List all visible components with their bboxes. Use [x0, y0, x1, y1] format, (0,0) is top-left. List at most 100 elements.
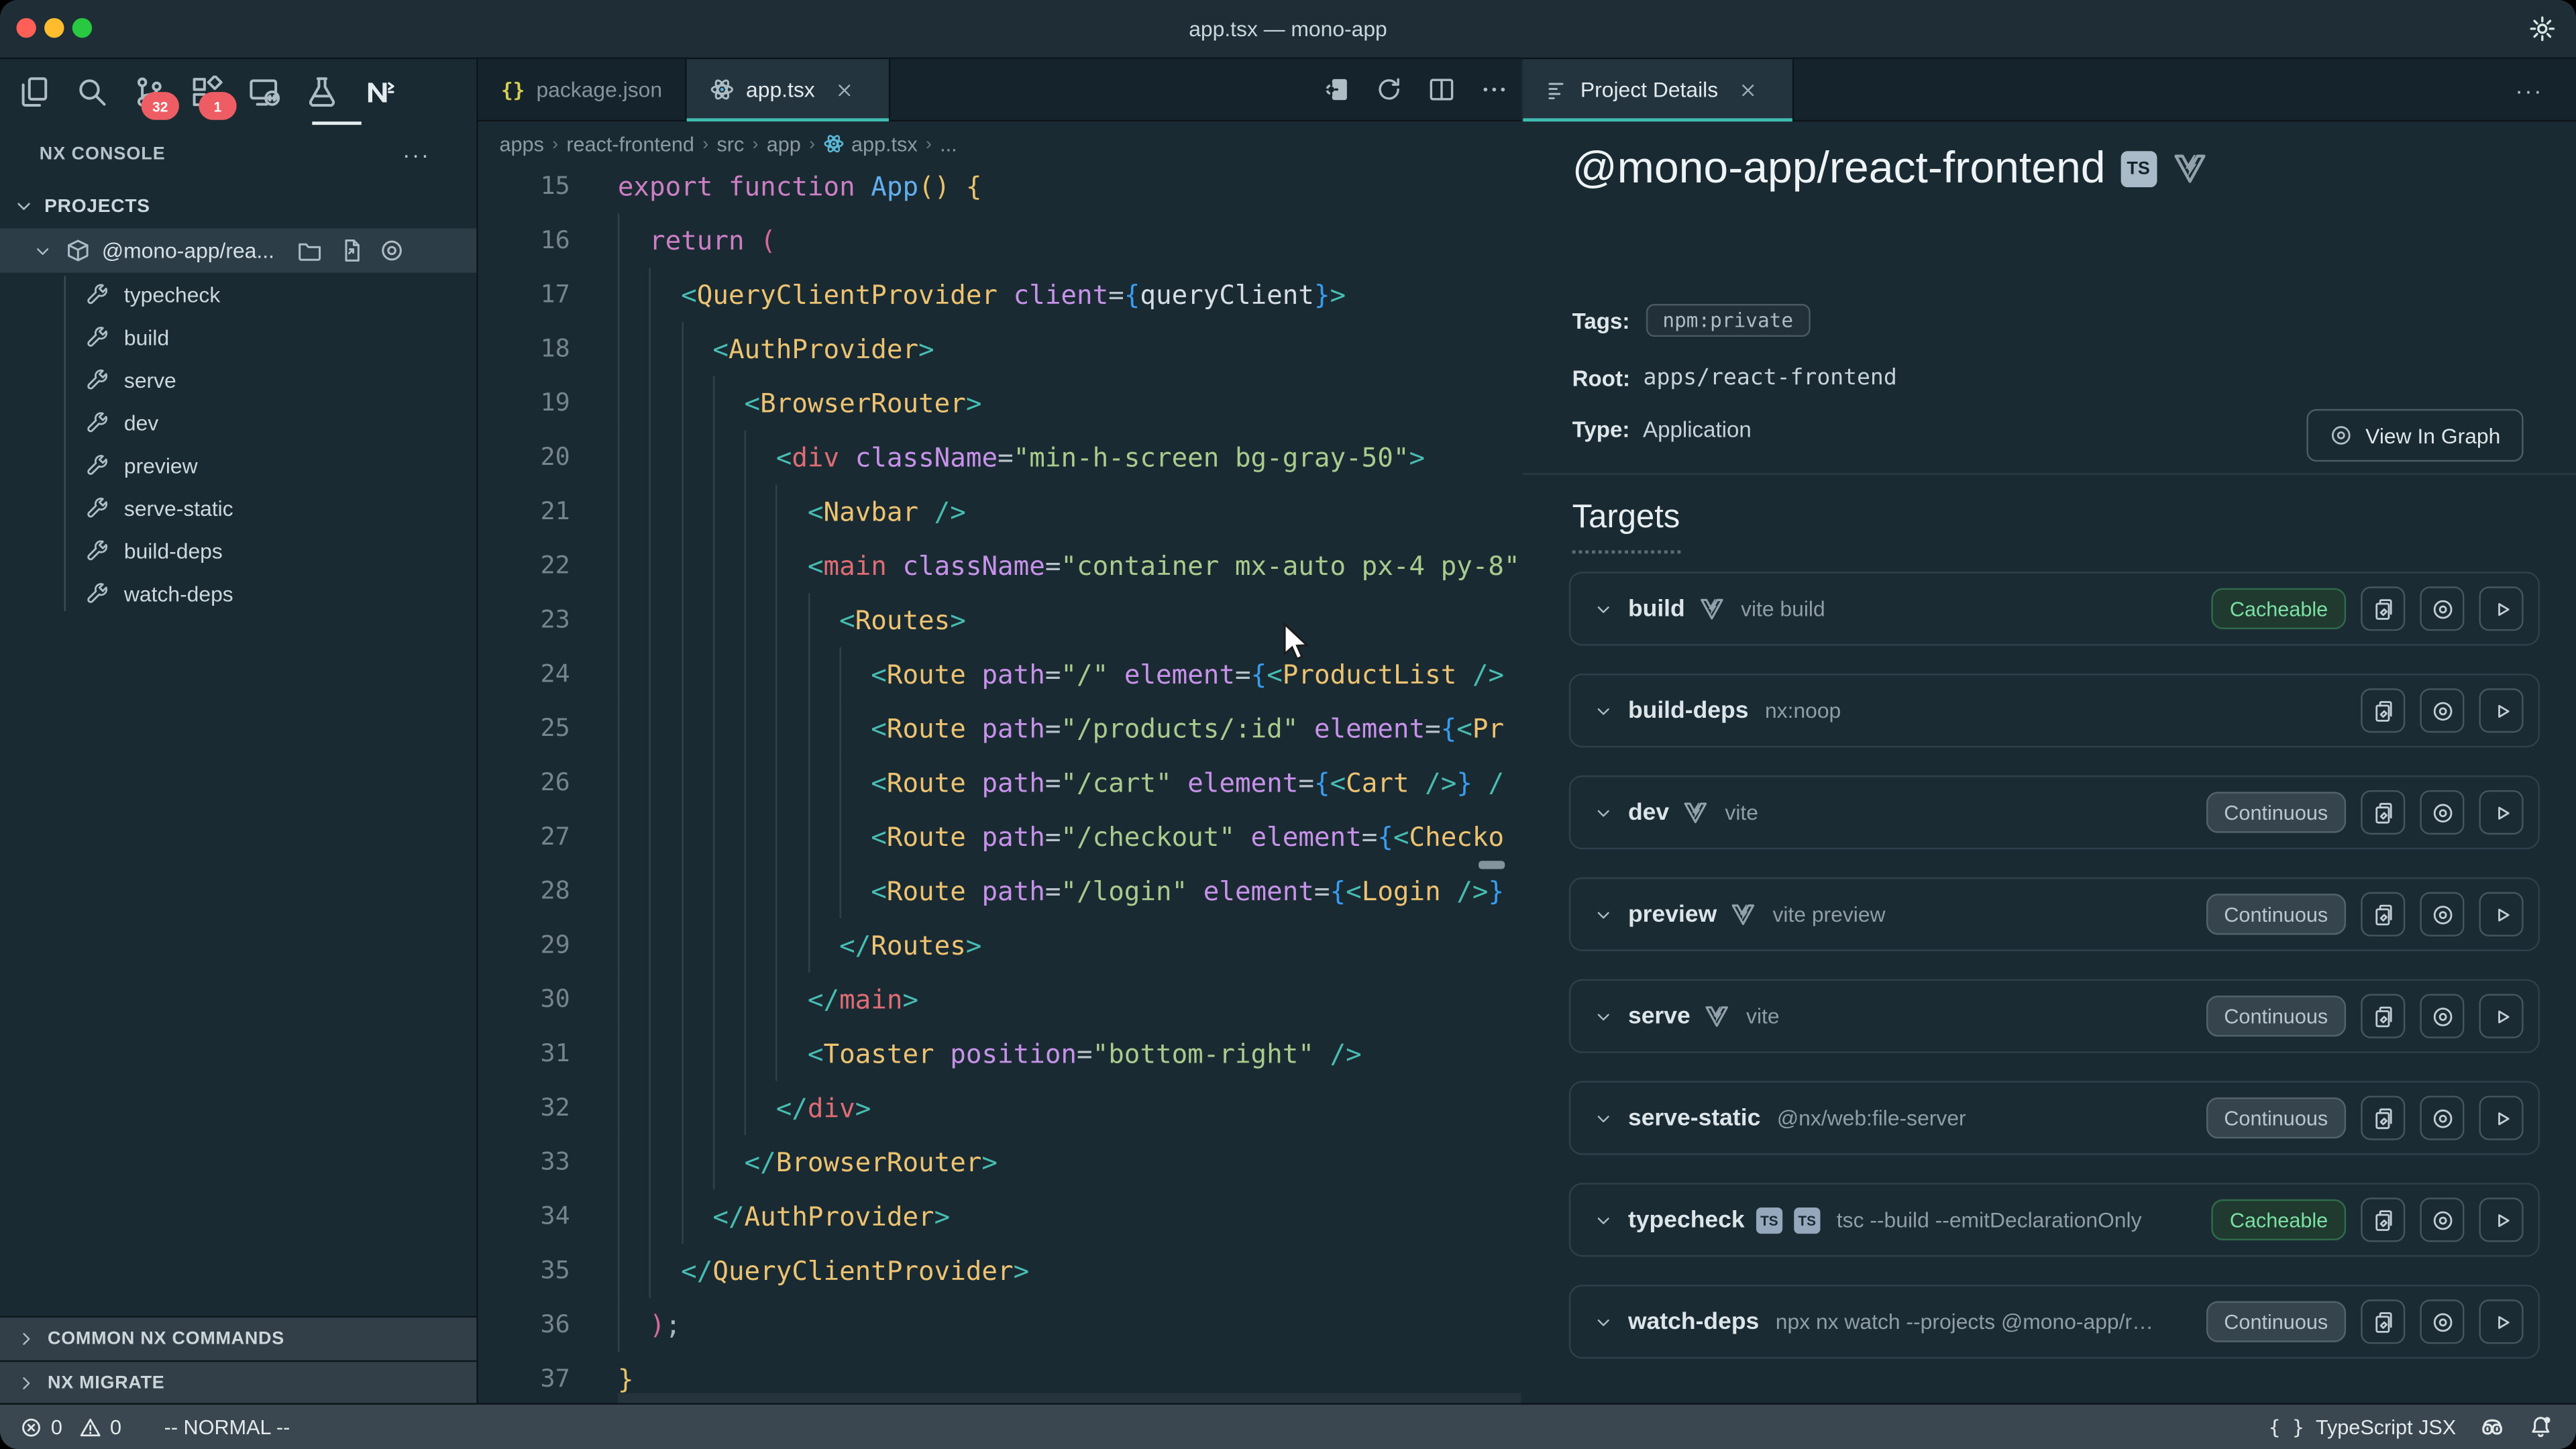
- copy-task-icon[interactable]: [2361, 994, 2405, 1038]
- run-target-icon[interactable]: [2479, 994, 2524, 1038]
- breadcrumb-item[interactable]: app.tsx: [823, 132, 917, 155]
- code-line-16[interactable]: 16return (: [478, 213, 1521, 268]
- target-card-preview[interactable]: previewvite previewContinuous: [1569, 877, 2540, 951]
- view-in-graph-icon[interactable]: [2420, 790, 2464, 835]
- code-line-25[interactable]: 25<Route path="/products/:id" element={<…: [478, 702, 1521, 756]
- sidebar-item-preview[interactable]: preview: [0, 443, 476, 486]
- language-indicator[interactable]: { } TypeScript JSX: [2269, 1415, 2457, 1438]
- code-line-33[interactable]: 33</BrowserRouter>: [478, 1135, 1521, 1189]
- section-common-nx-commands[interactable]: COMMON NX COMMANDS: [0, 1316, 476, 1360]
- projects-section-header[interactable]: PROJECTS: [0, 184, 476, 228]
- target-card-typecheck[interactable]: typecheckTSTStsc --build --emitDeclarati…: [1569, 1183, 2540, 1256]
- view-in-graph-button[interactable]: View In Graph: [2306, 409, 2524, 462]
- code-line-21[interactable]: 21<Navbar />: [478, 484, 1521, 539]
- view-in-graph-icon[interactable]: [2420, 892, 2464, 936]
- nx-console-icon[interactable]: [362, 74, 398, 110]
- target-card-build-deps[interactable]: build-depsnx:noop: [1569, 674, 2540, 747]
- problems-indicator[interactable]: 0 0: [19, 1415, 121, 1438]
- code-line-29[interactable]: 29</Routes>: [478, 918, 1521, 973]
- settings-gear-icon[interactable]: [2528, 15, 2557, 43]
- breadcrumb-item[interactable]: ...: [940, 132, 957, 155]
- copy-task-icon[interactable]: [2361, 892, 2405, 936]
- code-line-34[interactable]: 34</AuthProvider>: [478, 1189, 1521, 1244]
- code-line-19[interactable]: 19<BrowserRouter>: [478, 376, 1521, 431]
- run-target-icon[interactable]: [2479, 892, 2524, 936]
- copy-task-icon[interactable]: [2361, 1095, 2405, 1140]
- code-line-15[interactable]: 15export function App() {: [478, 160, 1521, 214]
- remote-explorer-icon[interactable]: [246, 74, 282, 110]
- copy-task-icon[interactable]: [2361, 688, 2405, 733]
- target-card-serve[interactable]: serveviteContinuous: [1569, 979, 2540, 1053]
- source-control-icon[interactable]: 32: [131, 74, 168, 110]
- sidebar-item-build[interactable]: build: [0, 315, 476, 358]
- testing-beaker-icon[interactable]: [304, 74, 340, 110]
- view-in-graph-icon[interactable]: [2420, 1197, 2464, 1242]
- run-target-icon[interactable]: [2479, 1095, 2524, 1140]
- sidebar-more-icon[interactable]: ···: [402, 142, 431, 168]
- bell-icon[interactable]: [2528, 1415, 2553, 1440]
- view-in-graph-icon[interactable]: [2420, 1095, 2464, 1140]
- sidebar-item-build-deps[interactable]: build-deps: [0, 529, 476, 572]
- run-target-icon[interactable]: [2479, 790, 2524, 835]
- tab-project-details[interactable]: Project Details: [1523, 59, 1794, 120]
- code-line-30[interactable]: 30</main>: [478, 973, 1521, 1027]
- section-nx-migrate[interactable]: NX MIGRATE: [0, 1360, 476, 1405]
- code-editor[interactable]: 15export function App() {16return (17<Qu…: [478, 160, 1521, 1405]
- code-line-18[interactable]: 18<AuthProvider>: [478, 322, 1521, 376]
- breadcrumb-item[interactable]: src: [716, 132, 744, 155]
- code-line-27[interactable]: 27<Route path="/checkout" element={<Chec…: [478, 810, 1521, 864]
- focus-target-icon[interactable]: [380, 238, 405, 263]
- breadcrumb-item[interactable]: react-frontend: [566, 132, 694, 155]
- open-project-details-icon[interactable]: [1322, 76, 1350, 104]
- code-line-20[interactable]: 20<div className="min-h-screen bg-gray-5…: [478, 431, 1521, 485]
- copy-task-icon[interactable]: [2361, 1197, 2405, 1242]
- code-line-23[interactable]: 23<Routes>: [478, 593, 1521, 647]
- code-line-26[interactable]: 26<Route path="/cart" element={<Cart />}…: [478, 756, 1521, 810]
- extensions-icon[interactable]: 1: [189, 74, 225, 110]
- tab-app-tsx[interactable]: app.tsx: [687, 59, 890, 120]
- breadcrumb-item[interactable]: apps: [499, 132, 543, 155]
- code-line-17[interactable]: 17<QueryClientProvider client={queryClie…: [478, 268, 1521, 322]
- code-line-28[interactable]: 28<Route path="/login" element={<Login /…: [478, 864, 1521, 918]
- code-line-22[interactable]: 22<main className="container mx-auto px-…: [478, 539, 1521, 593]
- vim-mode-indicator[interactable]: -- NORMAL --: [164, 1415, 290, 1438]
- view-in-graph-icon[interactable]: [2420, 586, 2464, 631]
- code-line-31[interactable]: 31<Toaster position="bottom-right" />: [478, 1027, 1521, 1081]
- breadcrumb-item[interactable]: app: [767, 132, 801, 155]
- panel-more-icon[interactable]: ···: [2515, 77, 2543, 103]
- goto-config-file-icon[interactable]: [338, 238, 363, 263]
- target-card-build[interactable]: buildvite buildCacheable: [1569, 572, 2540, 645]
- more-actions-icon[interactable]: [1481, 76, 1509, 104]
- close-icon[interactable]: [1738, 80, 1758, 99]
- run-target-icon[interactable]: [2479, 1299, 2524, 1344]
- run-target-icon[interactable]: [2479, 586, 2524, 631]
- copy-task-icon[interactable]: [2361, 586, 2405, 631]
- target-card-watch-deps[interactable]: watch-depsnpx nx watch --projects @mono-…: [1569, 1285, 2540, 1358]
- run-target-icon[interactable]: [2479, 1197, 2524, 1242]
- explorer-icon[interactable]: [16, 74, 52, 110]
- view-in-graph-icon[interactable]: [2420, 1299, 2464, 1344]
- copy-task-icon[interactable]: [2361, 790, 2405, 835]
- code-line-24[interactable]: 24<Route path="/" element={<ProductList …: [478, 647, 1521, 702]
- sidebar-item-serve[interactable]: serve: [0, 358, 476, 401]
- split-editor-icon[interactable]: [1428, 76, 1456, 104]
- folder-icon[interactable]: [297, 238, 322, 263]
- close-icon[interactable]: [835, 80, 854, 99]
- sidebar-item-dev[interactable]: dev: [0, 401, 476, 444]
- target-card-dev[interactable]: devviteContinuous: [1569, 775, 2540, 849]
- view-in-graph-icon[interactable]: [2420, 688, 2464, 733]
- view-in-graph-icon[interactable]: [2420, 994, 2464, 1038]
- code-line-36[interactable]: 36);: [478, 1298, 1521, 1352]
- sidebar-item-typecheck[interactable]: typecheck: [0, 273, 476, 316]
- sidebar-item-serve-static[interactable]: serve-static: [0, 486, 476, 529]
- copy-task-icon[interactable]: [2361, 1299, 2405, 1344]
- run-target-icon[interactable]: [2479, 688, 2524, 733]
- sidebar-item-watch-deps[interactable]: watch-deps: [0, 572, 476, 614]
- target-card-serve-static[interactable]: serve-static@nx/web:file-serverContinuou…: [1569, 1081, 2540, 1155]
- tab-package-json[interactable]: {} package.json: [478, 59, 687, 120]
- code-line-32[interactable]: 32</div>: [478, 1081, 1521, 1135]
- refresh-icon[interactable]: [1375, 76, 1403, 104]
- sidebar-item-project[interactable]: @mono-app/rea...: [0, 228, 476, 272]
- code-line-35[interactable]: 35</QueryClientProvider>: [478, 1244, 1521, 1298]
- search-icon[interactable]: [74, 74, 110, 110]
